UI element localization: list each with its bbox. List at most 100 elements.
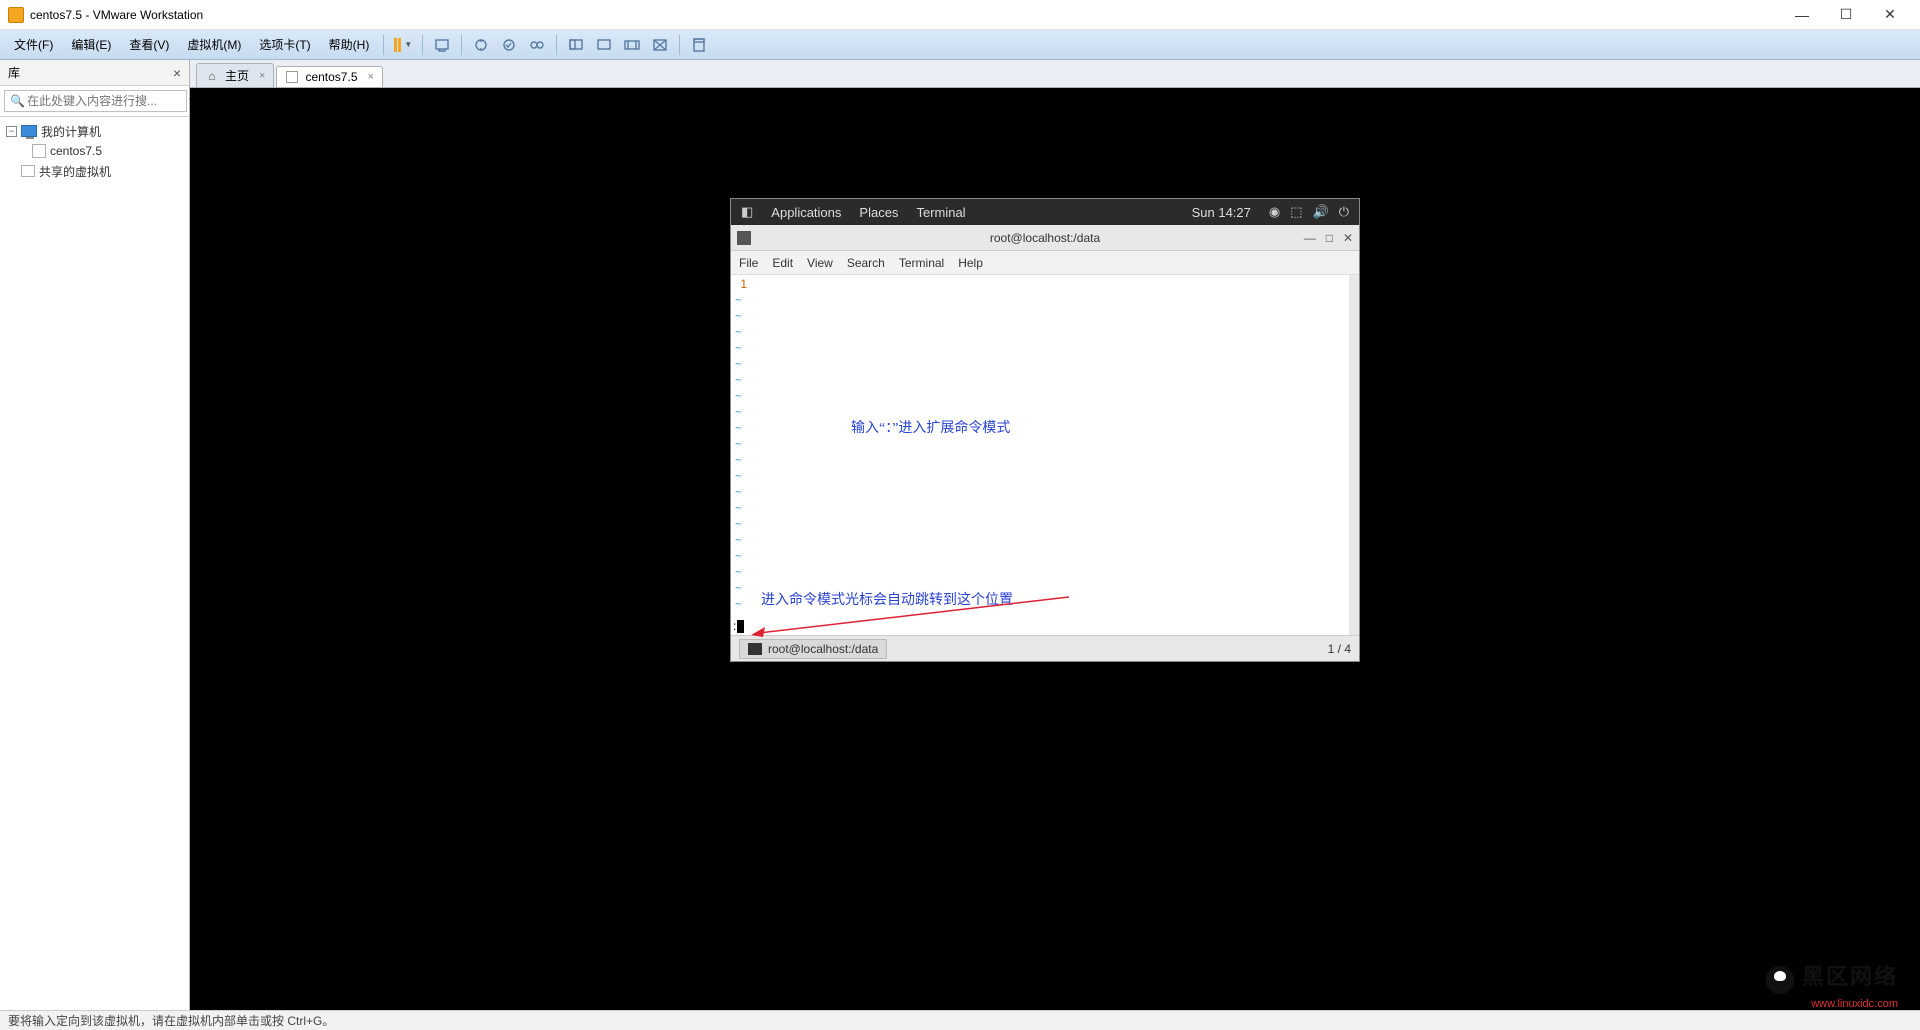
tab-vm-close[interactable]: ×: [368, 71, 374, 83]
sidebar-search: 🔍 ▼: [0, 86, 189, 117]
view-fullscreen-button[interactable]: [591, 34, 617, 56]
power-icon[interactable]: ⏻: [1339, 204, 1349, 220]
close-button[interactable]: ✕: [1868, 1, 1912, 29]
sidebar-search-input[interactable]: [4, 90, 187, 112]
menu-view[interactable]: 查看(V): [121, 32, 177, 57]
term-minimize-button[interactable]: —: [1304, 231, 1316, 245]
terminal-titlebar[interactable]: root@localhost:/data — □ ✕: [731, 225, 1359, 251]
terminal-menubar: File Edit View Search Terminal Help: [731, 251, 1359, 275]
annotation-arrow: [749, 595, 1079, 639]
vm-icon: [32, 144, 46, 158]
vim-tilde: ~: [735, 581, 742, 595]
view-console-button[interactable]: [563, 34, 589, 56]
terminal-scrollbar[interactable]: [1349, 275, 1359, 635]
tab-home-close[interactable]: ×: [259, 70, 265, 82]
status-text: 要将输入定向到该虚拟机，请在虚拟机内部单击或按 Ctrl+G。: [8, 1012, 334, 1029]
tab-vm-label: centos7.5: [305, 70, 357, 84]
pause-vm-button[interactable]: ▼: [390, 34, 416, 56]
maximize-button[interactable]: ☐: [1824, 1, 1868, 29]
term-menu-view[interactable]: View: [807, 256, 833, 270]
snapshot-take-button[interactable]: [468, 34, 494, 56]
home-icon: ⌂: [205, 69, 219, 83]
term-menu-search[interactable]: Search: [847, 256, 885, 270]
snapshot-revert-button[interactable]: [496, 34, 522, 56]
vim-tilde: ~: [735, 565, 742, 579]
view-library-button[interactable]: [686, 34, 712, 56]
tab-home-label: 主页: [225, 67, 249, 84]
vim-tilde: ~: [735, 549, 742, 563]
main-panel: ⌂ 主页 × centos7.5 × ◧ Applications Places…: [190, 60, 1920, 1010]
volume-icon[interactable]: 🔊: [1313, 204, 1329, 220]
vim-tilde: ~: [735, 325, 742, 339]
menu-file[interactable]: 文件(F): [6, 32, 61, 57]
gnome-clock[interactable]: Sun 14:27: [1192, 205, 1251, 220]
network-icon[interactable]: ⬚: [1290, 204, 1302, 220]
sidebar-close-button[interactable]: ×: [173, 65, 181, 81]
view-unity-button[interactable]: [619, 34, 645, 56]
vm-tab-icon: [286, 71, 298, 83]
annotation-ex-mode: 输入“：”进入扩展命令模式: [851, 417, 1010, 437]
vim-tilde: ~: [735, 533, 742, 547]
library-sidebar: 库 × 🔍 ▼ − 我的计算机 centos7.5 共享的虚拟机: [0, 60, 190, 1010]
vim-command-line[interactable]: :: [733, 619, 744, 633]
minimize-button[interactable]: —: [1780, 1, 1824, 29]
term-menu-terminal[interactable]: Terminal: [899, 256, 944, 270]
tree-vm-centos[interactable]: centos7.5: [4, 141, 185, 161]
vm-console[interactable]: ◧ Applications Places Terminal Sun 14:27…: [190, 88, 1920, 1010]
library-tree: − 我的计算机 centos7.5 共享的虚拟机: [0, 117, 189, 185]
workspace-indicator[interactable]: 1 / 4: [1328, 642, 1351, 656]
shared-vm-icon: [21, 165, 35, 177]
watermark-logo-icon: [1766, 966, 1794, 994]
accessibility-icon[interactable]: ◉: [1269, 204, 1280, 220]
watermark-text-en: www.linuxidc.com: [1811, 998, 1898, 1010]
menu-help[interactable]: 帮助(H): [321, 32, 378, 57]
vim-tilde: ~: [735, 597, 742, 611]
tree-root-my-computer[interactable]: − 我的计算机: [4, 121, 185, 141]
taskbar-app-label: root@localhost:/data: [768, 642, 878, 656]
vim-tilde: ~: [735, 421, 742, 435]
menu-tabs[interactable]: 选项卡(T): [251, 32, 318, 57]
tab-vm[interactable]: centos7.5 ×: [276, 66, 382, 87]
term-menu-help[interactable]: Help: [958, 256, 983, 270]
collapse-icon[interactable]: −: [6, 126, 17, 137]
vim-tilde: ~: [735, 501, 742, 515]
menu-edit[interactable]: 编辑(E): [63, 32, 119, 57]
tree-shared-label: 共享的虚拟机: [39, 163, 111, 180]
app-icon: [8, 7, 24, 23]
term-menu-edit[interactable]: Edit: [772, 256, 793, 270]
vim-tilde: ~: [735, 485, 742, 499]
tree-shared-vms[interactable]: 共享的虚拟机: [4, 161, 185, 181]
vim-tilde: ~: [735, 293, 742, 307]
search-icon: 🔍: [10, 94, 25, 108]
terminal-app-icon: [737, 231, 751, 245]
status-bar: 要将输入定向到该虚拟机，请在虚拟机内部单击或按 Ctrl+G。: [0, 1010, 1920, 1030]
terminal-title: root@localhost:/data: [990, 231, 1100, 245]
tabs-bar: ⌂ 主页 × centos7.5 ×: [190, 60, 1920, 88]
gnome-places[interactable]: Places: [859, 205, 898, 220]
send-ctrl-alt-del-button[interactable]: [429, 34, 455, 56]
vim-tilde: ~: [735, 357, 742, 371]
gnome-applications[interactable]: Applications: [771, 205, 841, 220]
gnome-terminal-app[interactable]: Terminal: [916, 205, 965, 220]
term-close-button[interactable]: ✕: [1343, 231, 1353, 245]
vim-tilde: ~: [735, 517, 742, 531]
taskbar-terminal-icon: [748, 643, 762, 655]
watermark-text-zh: 黑区网络: [1802, 964, 1898, 989]
watermark: 黑区网络 www.linuxidc.com: [1766, 959, 1898, 1012]
vim-cursor: [737, 620, 744, 633]
vim-tilde: ~: [735, 453, 742, 467]
menu-vm[interactable]: 虚拟机(M): [179, 32, 249, 57]
view-stretch-button[interactable]: [647, 34, 673, 56]
tree-vm-label: centos7.5: [50, 144, 102, 158]
vim-tilde: ~: [735, 437, 742, 451]
terminal-body[interactable]: 1 ~ ~ ~ ~ ~ ~ ~ ~ ~ ~ ~ ~ ~ ~ ~: [731, 275, 1359, 635]
tree-root-label: 我的计算机: [41, 123, 101, 140]
menubar: 文件(F) 编辑(E) 查看(V) 虚拟机(M) 选项卡(T) 帮助(H) ▼: [0, 30, 1920, 60]
tab-home[interactable]: ⌂ 主页 ×: [196, 63, 274, 87]
app-title: centos7.5 - VMware Workstation: [30, 8, 203, 22]
term-maximize-button[interactable]: □: [1326, 231, 1333, 245]
term-menu-file[interactable]: File: [739, 256, 758, 270]
taskbar-app-terminal[interactable]: root@localhost:/data: [739, 639, 887, 659]
vim-tilde: ~: [735, 373, 742, 387]
snapshot-manager-button[interactable]: [524, 34, 550, 56]
